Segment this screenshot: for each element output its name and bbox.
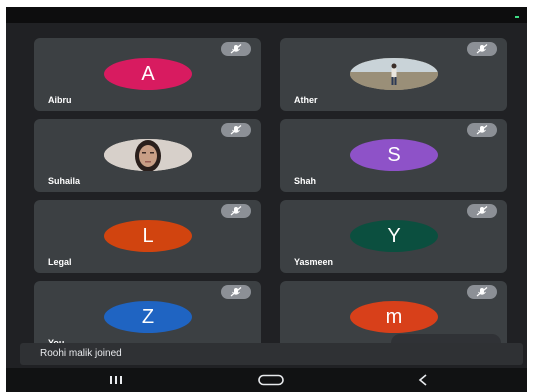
mic-off-icon [221, 204, 251, 218]
participant-tile-yasmeen[interactable]: Y Yasmeen [280, 200, 507, 273]
back-icon [418, 374, 427, 386]
participant-name: Legal [48, 257, 72, 267]
back-button[interactable] [403, 371, 443, 389]
avatar-photo [350, 58, 438, 90]
person-standing-outdoors-icon [350, 58, 438, 90]
mic-off-icon [467, 42, 497, 56]
avatar-initial: Y [387, 225, 401, 247]
mic-off-icon [467, 204, 497, 218]
participant-tile-suhaila[interactable]: Suhaila [34, 119, 261, 192]
participant-name: Yasmeen [294, 257, 334, 267]
mic-off-icon [467, 285, 497, 299]
avatar: S [350, 139, 438, 171]
avatar-initial: A [141, 63, 155, 85]
meeting-screen: A Aibru Ather Suhaila S Shah L Legal Y Y… [6, 7, 527, 392]
participant-tile-legal[interactable]: L Legal [34, 200, 261, 273]
avatar: L [104, 220, 192, 252]
participant-tile-aibru[interactable]: A Aibru [34, 38, 261, 111]
join-notification-text: Roohi malik joined [40, 348, 122, 359]
avatar: Z [104, 301, 192, 333]
mic-off-icon [221, 285, 251, 299]
mic-off-icon [221, 42, 251, 56]
status-indicator-icon [515, 16, 519, 18]
woman-portrait-icon [104, 139, 192, 171]
mic-off-icon [467, 123, 497, 137]
recents-icon [110, 376, 122, 384]
avatar: Y [350, 220, 438, 252]
avatar: m [350, 301, 438, 333]
participant-name: Suhaila [48, 176, 81, 186]
participant-name: Ather [294, 95, 318, 105]
recents-button[interactable] [96, 371, 136, 389]
avatar-initial: L [142, 225, 154, 247]
home-button[interactable] [251, 371, 291, 389]
participant-tile-ather[interactable]: Ather [280, 38, 507, 111]
participant-name: Aibru [48, 95, 72, 105]
participant-name: Shah [294, 176, 317, 186]
system-navigation-bar [6, 368, 527, 392]
mic-off-icon [221, 123, 251, 137]
status-bar [6, 7, 527, 23]
avatar-photo [104, 139, 192, 171]
avatar: A [104, 58, 192, 90]
join-notification: Roohi malik joined [20, 343, 523, 365]
home-icon [258, 374, 284, 386]
avatar-initial: Z [141, 306, 155, 328]
avatar-initial: S [387, 144, 401, 166]
participant-tile-shah[interactable]: S Shah [280, 119, 507, 192]
avatar-initial: m [385, 306, 403, 328]
